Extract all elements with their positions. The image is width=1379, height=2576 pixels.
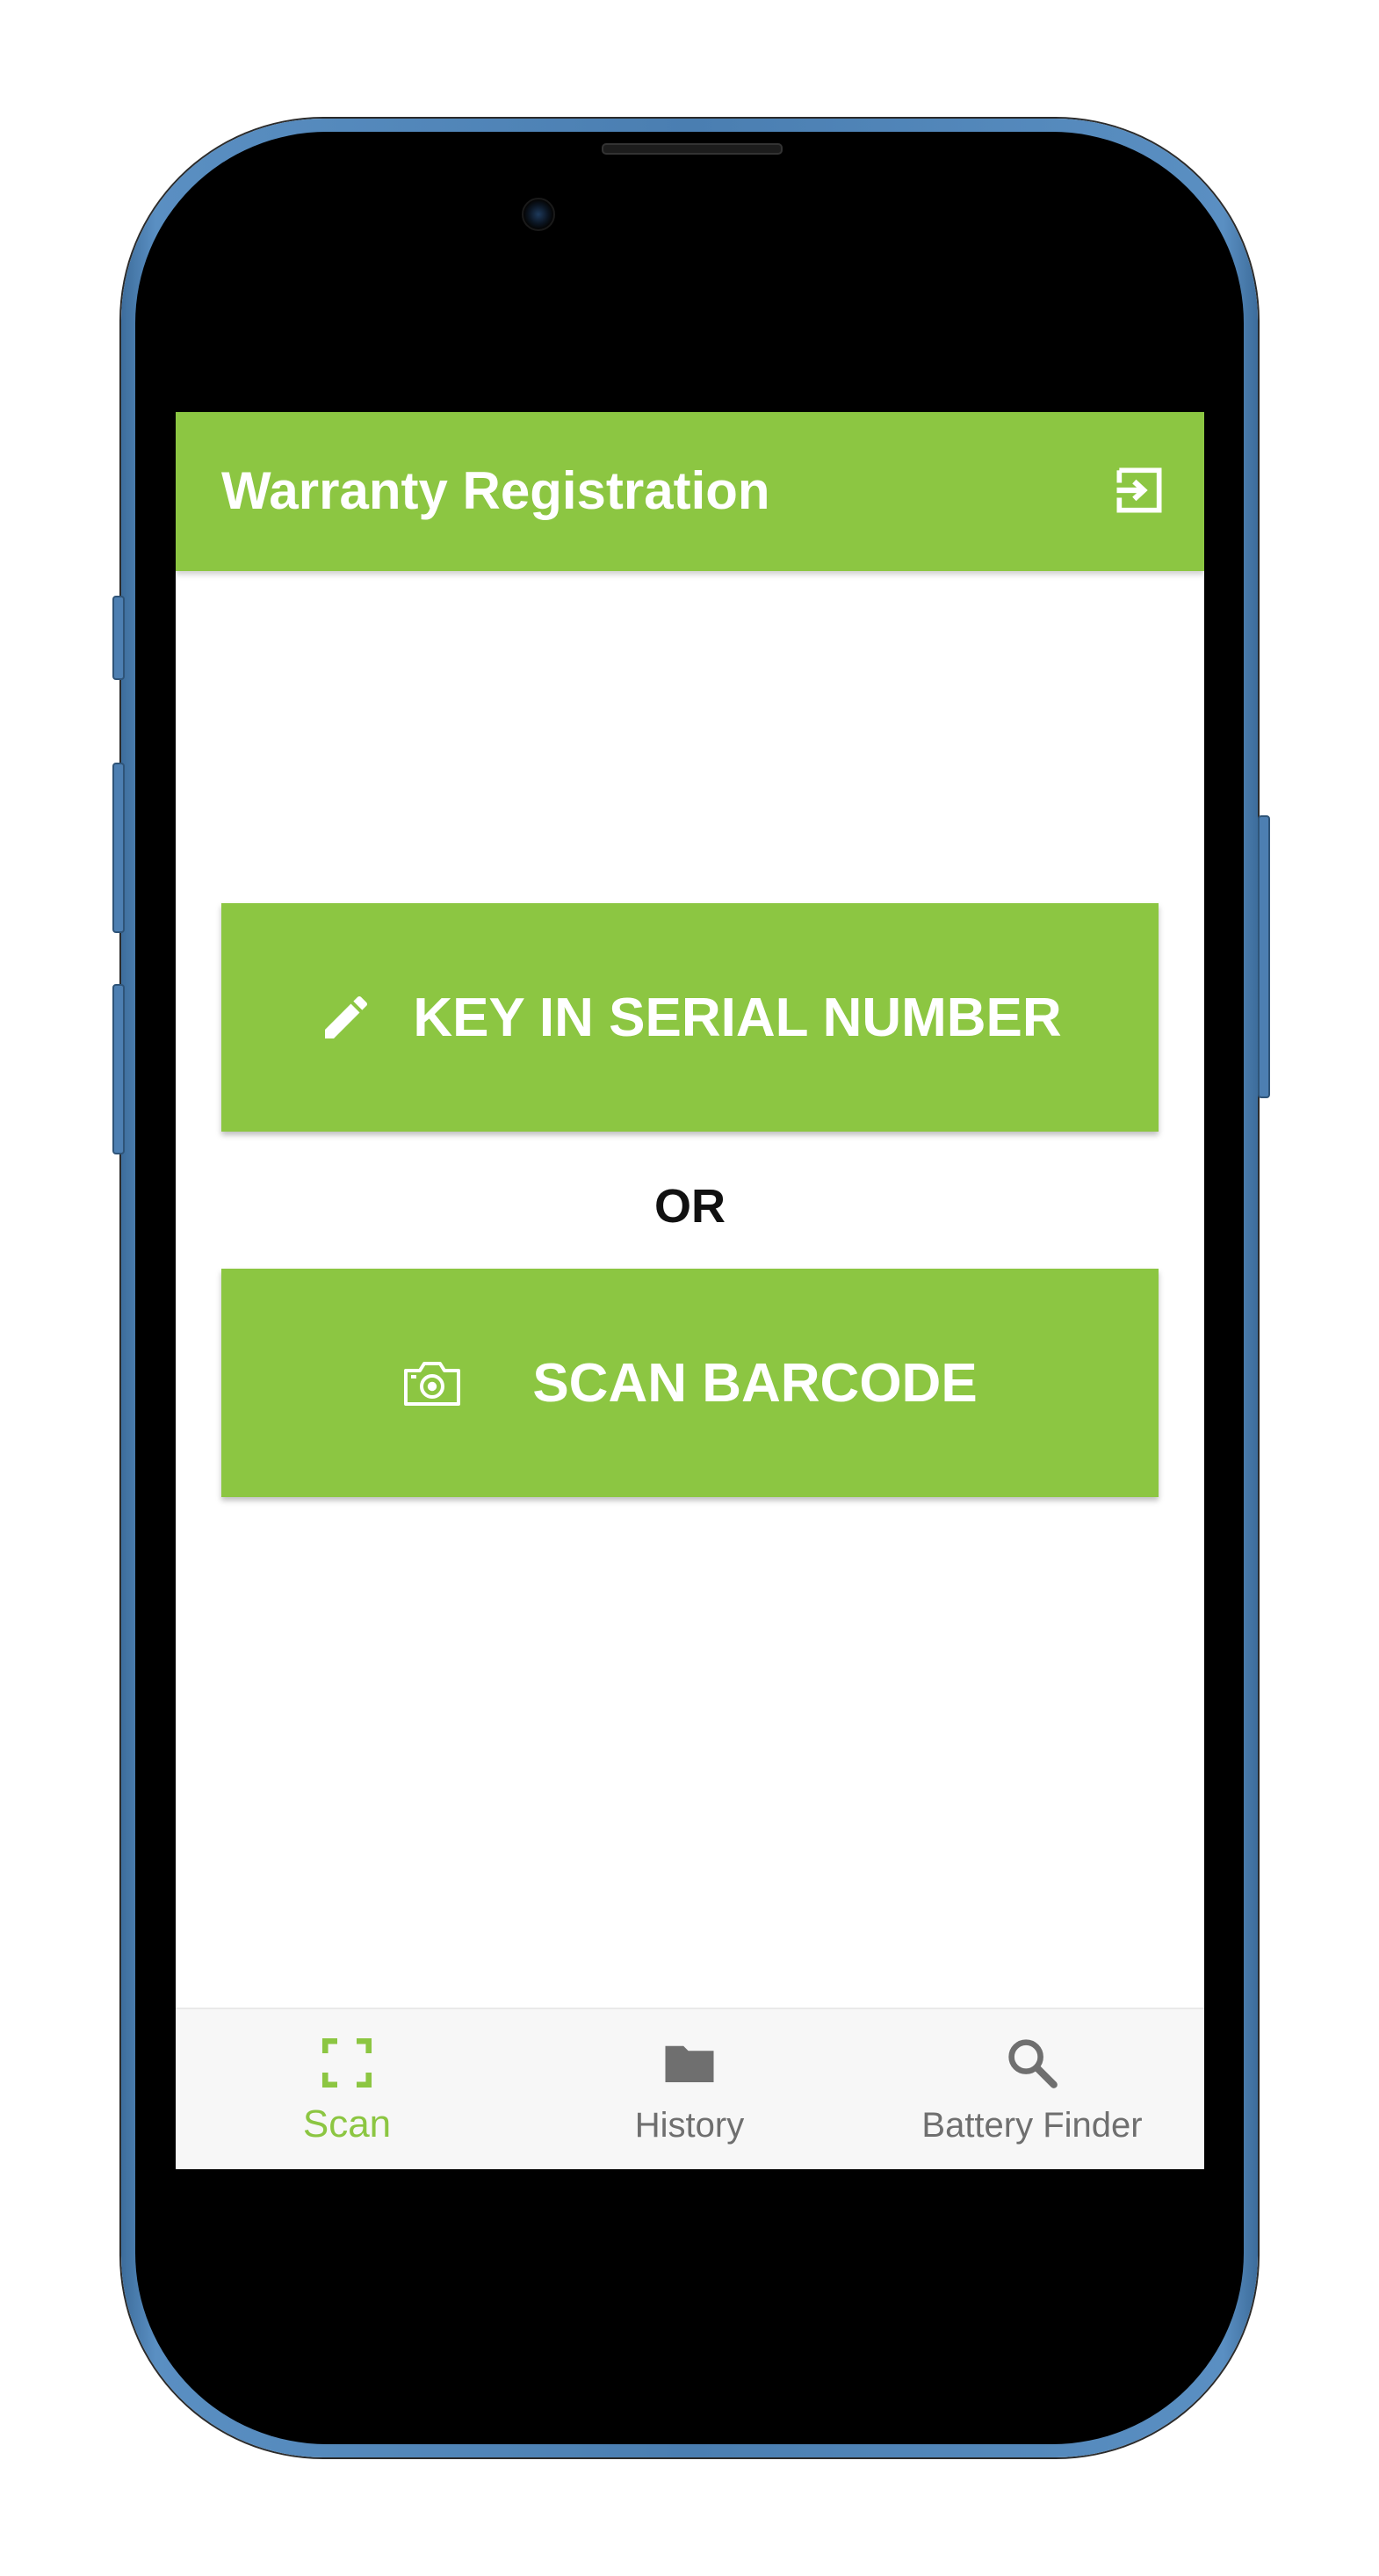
nav-label-scan: Scan (302, 2102, 392, 2145)
side-button-mute (112, 596, 125, 680)
scan-frame-icon (321, 2037, 372, 2088)
page-title: Warranty Registration (221, 461, 770, 520)
scan-barcode-button[interactable]: SCAN BARCODE (221, 1269, 1159, 1497)
or-separator: OR (654, 1180, 726, 1233)
key-in-serial-number-label: KEY IN SERIAL NUMBER (413, 987, 1062, 1048)
side-button-volume-down (112, 984, 125, 1154)
speaker-grille (602, 143, 783, 155)
side-button-power (1258, 815, 1270, 1098)
logout-icon[interactable] (1109, 460, 1169, 520)
scan-barcode-label: SCAN BARCODE (532, 1352, 978, 1414)
nav-label-history: History (634, 2106, 745, 2145)
nav-label-battery-finder: Battery Finder (921, 2106, 1143, 2145)
nav-item-scan[interactable]: Scan (176, 2009, 518, 2169)
front-camera (522, 198, 555, 231)
bottom-navigation: Scan History Battery Finder (176, 2008, 1204, 2169)
search-icon (1008, 2039, 1058, 2088)
device-mockup: Warranty Registration KEY IN SERIAL NUMB… (0, 0, 1379, 2576)
key-in-serial-number-button[interactable]: KEY IN SERIAL NUMBER (221, 903, 1159, 1132)
nav-item-battery-finder[interactable]: Battery Finder (861, 2009, 1203, 2169)
pencil-icon (325, 995, 368, 1038)
side-button-volume-up (112, 763, 125, 933)
nav-item-history[interactable]: History (518, 2009, 861, 2169)
app-bar: Warranty Registration (176, 412, 1204, 571)
camera-icon (404, 1362, 461, 1406)
folder-icon (665, 2045, 714, 2082)
app-screen: Warranty Registration KEY IN SERIAL NUMB… (176, 412, 1204, 2169)
